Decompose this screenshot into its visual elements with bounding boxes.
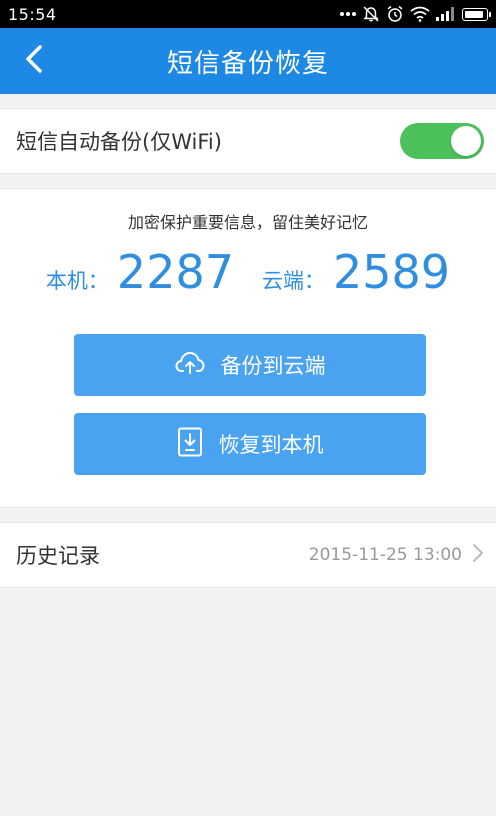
switch-knob bbox=[451, 126, 481, 156]
cloud-count-value: 2589 bbox=[333, 245, 451, 299]
status-bar: 15:54 bbox=[0, 0, 496, 28]
local-count-label: 本机： bbox=[45, 269, 109, 293]
backup-summary-card: 加密保护重要信息，留住美好记忆 本机： 2287 云端： 2589 备份到云端 … bbox=[0, 188, 496, 508]
signal-icon bbox=[436, 7, 454, 21]
tagline: 加密保护重要信息，留住美好记忆 bbox=[127, 213, 368, 232]
battery-icon bbox=[462, 7, 491, 21]
history-meta: 2015-11-25 13:00 bbox=[309, 543, 484, 567]
auto-backup-label: 短信自动备份(仅WiFi) bbox=[16, 130, 222, 154]
back-button[interactable] bbox=[10, 37, 58, 85]
auto-backup-row: 短信自动备份(仅WiFi) bbox=[0, 108, 496, 174]
message-counts: 本机： 2287 云端： 2589 bbox=[0, 245, 496, 305]
backup-button-label: 备份到云端 bbox=[220, 354, 326, 378]
restore-button-label: 恢复到本机 bbox=[218, 433, 324, 457]
local-count-value: 2287 bbox=[116, 245, 234, 299]
auto-backup-switch[interactable] bbox=[400, 123, 484, 159]
status-time: 15:54 bbox=[8, 4, 57, 24]
cloud-upload-icon bbox=[175, 351, 205, 380]
more-dots-icon bbox=[340, 11, 356, 17]
history-row[interactable]: 历史记录 2015-11-25 13:00 bbox=[0, 522, 496, 588]
phone-download-icon bbox=[177, 427, 203, 462]
chevron-left-icon bbox=[24, 44, 44, 78]
chevron-right-icon bbox=[472, 543, 484, 567]
alarm-icon bbox=[386, 5, 404, 23]
cloud-count-label: 云端： bbox=[262, 269, 325, 293]
backup-to-cloud-button[interactable]: 备份到云端 bbox=[74, 334, 426, 396]
page-title: 短信备份恢复 bbox=[166, 48, 329, 79]
status-icons bbox=[340, 5, 491, 23]
history-label: 历史记录 bbox=[16, 544, 100, 568]
history-date: 2015-11-25 13:00 bbox=[308, 545, 462, 565]
wifi-icon bbox=[410, 6, 430, 22]
app-bar: 短信备份恢复 bbox=[0, 28, 496, 94]
restore-to-local-button[interactable]: 恢复到本机 bbox=[74, 413, 426, 475]
alarm-off-icon bbox=[362, 5, 380, 23]
